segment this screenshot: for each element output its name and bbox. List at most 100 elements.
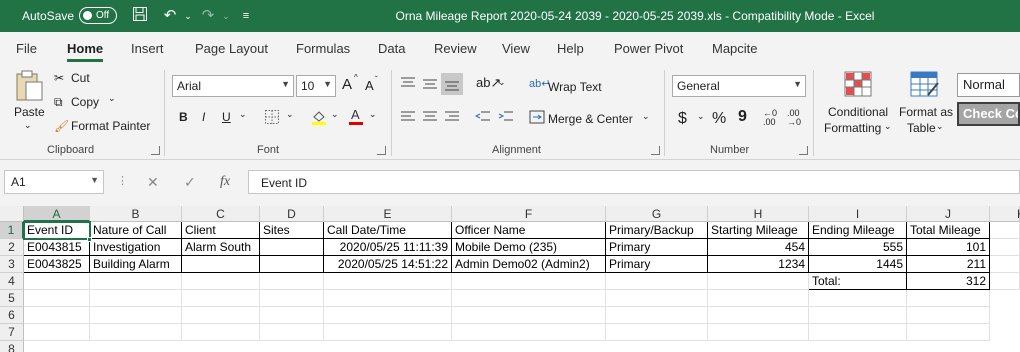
row-header-2[interactable]: 2 bbox=[0, 239, 24, 256]
decrease-decimal-icon[interactable]: .00 →0 bbox=[787, 109, 801, 127]
row-header-4[interactable]: 4 bbox=[0, 273, 24, 290]
merge-center-icon[interactable] bbox=[529, 110, 545, 127]
cell-h3[interactable]: 1234 bbox=[708, 256, 809, 273]
cell-f3[interactable]: Admin Demo02 (Admin2) bbox=[452, 256, 606, 273]
align-top-icon[interactable] bbox=[400, 76, 416, 93]
cut-button[interactable]: Cut bbox=[71, 71, 90, 85]
cell-c3[interactable] bbox=[182, 256, 260, 273]
paste-dropdown-icon[interactable]: ⌄ bbox=[24, 120, 32, 131]
conditional-formatting-button[interactable]: Conditional bbox=[828, 105, 888, 119]
currency-button[interactable]: $ bbox=[678, 110, 687, 128]
column-header-h[interactable]: H bbox=[708, 206, 809, 222]
cell-a7[interactable] bbox=[24, 324, 90, 341]
paste-button[interactable]: Paste bbox=[14, 105, 45, 119]
cell-d5[interactable] bbox=[260, 290, 324, 307]
cell-c7[interactable] bbox=[182, 324, 260, 341]
orientation-dropdown-icon[interactable]: ⌄ bbox=[498, 77, 506, 88]
format-as-table-dropdown-icon[interactable]: ⌄ bbox=[936, 121, 944, 132]
cell-d6[interactable] bbox=[260, 307, 324, 324]
column-header-k[interactable]: K bbox=[990, 206, 1020, 222]
font-color-icon[interactable]: A bbox=[348, 107, 364, 129]
cell-d1[interactable]: Sites bbox=[260, 222, 324, 239]
cell-f7[interactable] bbox=[452, 324, 606, 341]
decrease-indent-icon[interactable] bbox=[474, 110, 491, 127]
row-header-3[interactable]: 3 bbox=[0, 256, 24, 273]
cell-k1[interactable] bbox=[990, 222, 1020, 239]
tab-help[interactable]: Help bbox=[557, 41, 584, 56]
copy-icon[interactable]: ⧉ bbox=[54, 95, 63, 110]
merge-center-button[interactable]: Merge & Center bbox=[548, 112, 633, 126]
cell-a5[interactable] bbox=[24, 290, 90, 307]
cell-i4[interactable]: Total: bbox=[809, 273, 907, 290]
row-header-5[interactable]: 5 bbox=[0, 290, 24, 307]
cell-e2[interactable]: 2020/05/25 11:11:39 bbox=[324, 239, 452, 256]
paste-icon[interactable] bbox=[14, 70, 44, 105]
increase-decimal-icon[interactable]: ←0.00 bbox=[763, 109, 777, 127]
number-launcher-icon[interactable] bbox=[799, 146, 808, 155]
column-header-a[interactable]: A bbox=[24, 206, 90, 222]
font-name-box[interactable]: Arial ▼ bbox=[172, 75, 294, 97]
cell-a3[interactable]: E0043825 bbox=[24, 256, 90, 273]
bold-button[interactable]: B bbox=[179, 110, 188, 124]
underline-dropdown-icon[interactable]: ⌄ bbox=[239, 109, 247, 120]
cell-e3[interactable]: 2020/05/25 14:51:22 bbox=[324, 256, 452, 273]
cell-h7[interactable] bbox=[708, 324, 809, 341]
name-box[interactable]: A1 ▼ bbox=[4, 170, 104, 194]
cancel-icon[interactable]: ✕ bbox=[147, 174, 159, 191]
fill-handle[interactable] bbox=[87, 237, 92, 242]
cell-d3[interactable] bbox=[260, 256, 324, 273]
underline-button[interactable]: U bbox=[222, 110, 231, 124]
tab-page-layout[interactable]: Page Layout bbox=[195, 41, 268, 56]
italic-button[interactable]: I bbox=[202, 110, 205, 124]
conditional-formatting-icon[interactable] bbox=[844, 71, 872, 100]
cell-i7[interactable] bbox=[809, 324, 907, 341]
cell-f6[interactable] bbox=[452, 307, 606, 324]
formula-input[interactable]: Event ID bbox=[248, 170, 1020, 194]
copy-button[interactable]: Copy bbox=[71, 95, 99, 109]
style-normal[interactable]: Normal bbox=[957, 73, 1020, 97]
cell-e1[interactable]: Call Date/Time bbox=[324, 222, 452, 239]
cell-i5[interactable] bbox=[809, 290, 907, 307]
cell-j2[interactable]: 101 bbox=[907, 239, 990, 256]
cell-g7[interactable] bbox=[606, 324, 708, 341]
borders-dropdown-icon[interactable]: ⌄ bbox=[286, 109, 294, 120]
alignment-launcher-icon[interactable] bbox=[651, 146, 660, 155]
tab-file[interactable]: File bbox=[16, 41, 37, 56]
cut-icon[interactable]: ✂ bbox=[54, 71, 64, 85]
cell-i3[interactable]: 1445 bbox=[809, 256, 907, 273]
cell-d2[interactable] bbox=[260, 239, 324, 256]
cell-a2[interactable]: E0043815 bbox=[24, 239, 90, 256]
format-painter-icon[interactable]: 🖌 bbox=[54, 119, 69, 133]
column-header-b[interactable]: B bbox=[90, 206, 182, 222]
cell-d4[interactable] bbox=[260, 273, 324, 290]
column-header-e[interactable]: E bbox=[324, 206, 452, 222]
number-format-box[interactable]: General ▼ bbox=[672, 75, 806, 97]
cell-e5[interactable] bbox=[324, 290, 452, 307]
cell-g3[interactable]: Primary bbox=[606, 256, 708, 273]
increase-indent-icon[interactable] bbox=[498, 110, 514, 127]
cell-i2[interactable]: 555 bbox=[809, 239, 907, 256]
style-check-cell[interactable]: Check Ce bbox=[957, 102, 1020, 126]
borders-icon[interactable] bbox=[264, 109, 280, 128]
format-as-table-button[interactable]: Format as bbox=[899, 105, 953, 119]
format-as-table-label2[interactable]: Table bbox=[907, 121, 936, 135]
tab-insert[interactable]: Insert bbox=[131, 41, 164, 56]
cell-f2[interactable]: Mobile Demo (235) bbox=[452, 239, 606, 256]
cell-h1[interactable]: Starting Mileage bbox=[708, 222, 809, 239]
more-options-icon[interactable]: ⋮ bbox=[117, 174, 128, 187]
align-right-icon[interactable] bbox=[444, 110, 460, 127]
row-header-1[interactable]: 1 bbox=[0, 222, 24, 239]
align-left-icon[interactable] bbox=[400, 110, 416, 127]
tab-review[interactable]: Review bbox=[434, 41, 477, 56]
cell-b5[interactable] bbox=[90, 290, 182, 307]
cell-f5[interactable] bbox=[452, 290, 606, 307]
align-center-icon[interactable] bbox=[422, 110, 438, 127]
cell-b3[interactable]: Building Alarm bbox=[90, 256, 182, 273]
cell-k4[interactable] bbox=[990, 273, 1020, 290]
align-bottom-icon[interactable] bbox=[441, 73, 463, 95]
cell-j6[interactable] bbox=[907, 307, 990, 324]
column-header-f[interactable]: F bbox=[452, 206, 606, 222]
align-middle-icon[interactable] bbox=[422, 76, 438, 93]
font-size-box[interactable]: 10 ▼ bbox=[296, 75, 336, 97]
cell-c4[interactable] bbox=[182, 273, 260, 290]
